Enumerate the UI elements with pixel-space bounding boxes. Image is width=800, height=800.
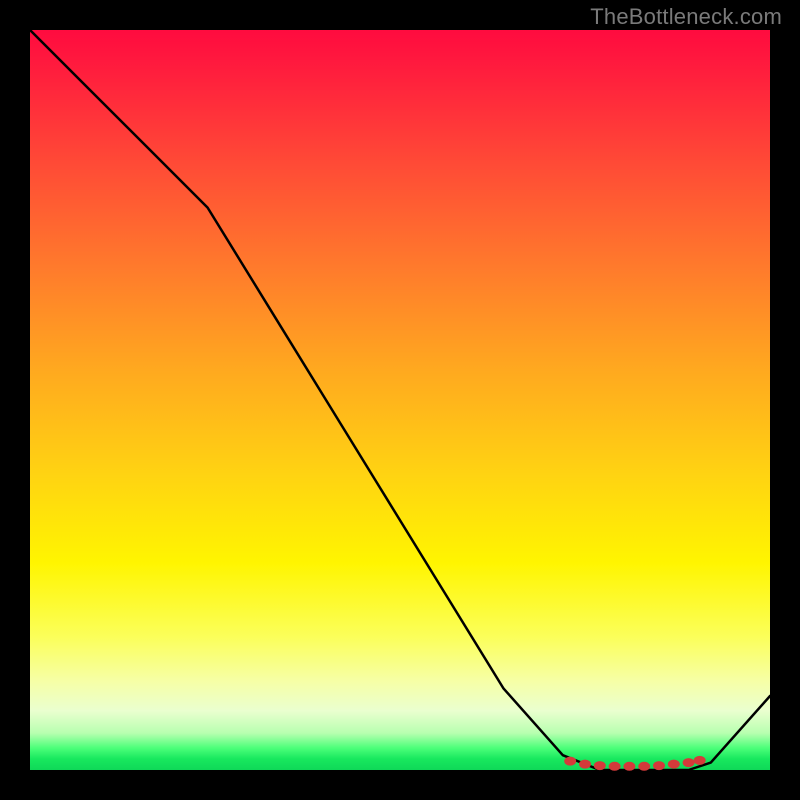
watermark-text: TheBottleneck.com bbox=[590, 4, 782, 30]
bottleneck-curve bbox=[30, 30, 770, 770]
marker-dot bbox=[565, 757, 576, 765]
marker-dot bbox=[639, 762, 650, 770]
marker-dot bbox=[624, 762, 635, 770]
recommended-marker-cluster bbox=[565, 756, 706, 770]
marker-dot bbox=[580, 760, 591, 768]
chart-container: TheBottleneck.com bbox=[0, 0, 800, 800]
marker-dot bbox=[654, 762, 665, 770]
chart-overlay bbox=[30, 30, 770, 770]
marker-dot bbox=[668, 760, 679, 768]
marker-dot bbox=[594, 762, 605, 770]
marker-dot bbox=[609, 762, 620, 770]
marker-dot bbox=[694, 756, 705, 764]
marker-dot bbox=[683, 759, 694, 767]
